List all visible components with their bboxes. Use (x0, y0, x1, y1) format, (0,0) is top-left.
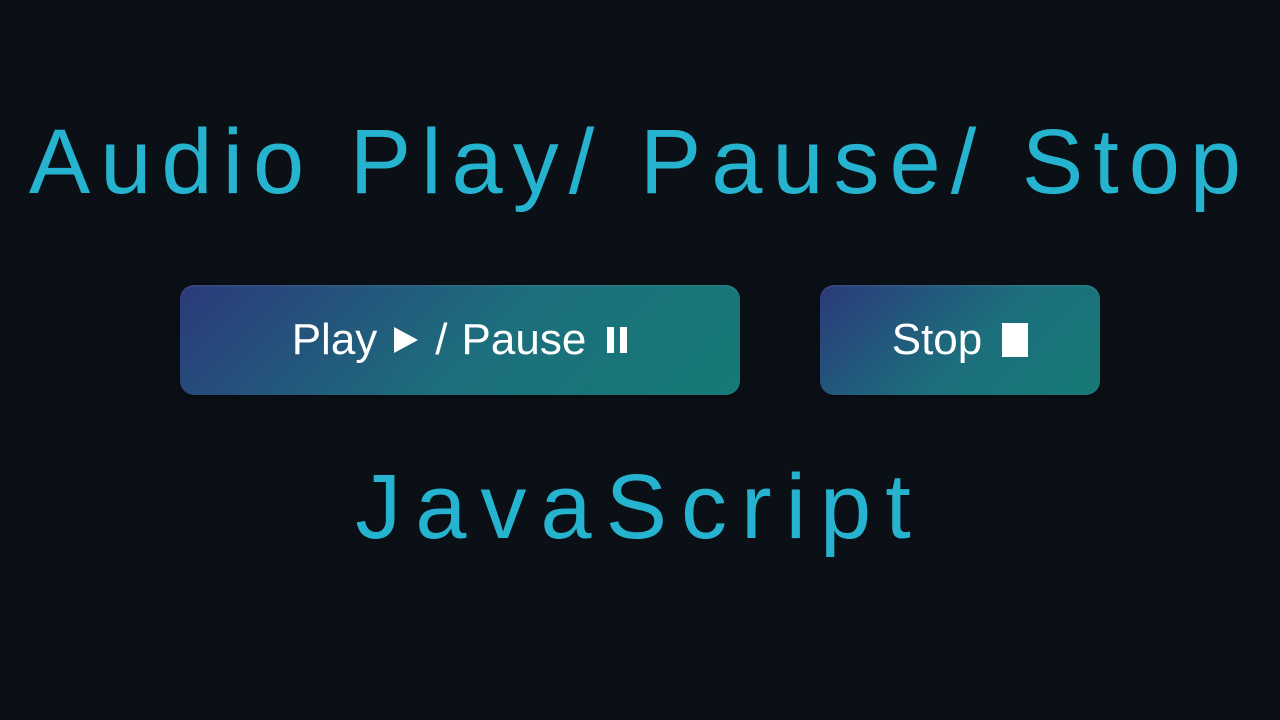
pause-icon (606, 325, 628, 355)
play-label: Play (292, 315, 378, 365)
play-pause-button[interactable]: Play / Pause (180, 285, 740, 395)
page-title: Audio Play/ Pause/ Stop (29, 110, 1251, 215)
play-pause-separator: / (435, 315, 447, 365)
pause-label: Pause (462, 315, 587, 365)
button-row: Play / Pause Stop (180, 285, 1100, 395)
page-subtitle: JavaScript (355, 455, 925, 560)
stop-label: Stop (892, 315, 983, 365)
stop-button[interactable]: Stop (820, 285, 1100, 395)
play-icon (391, 325, 421, 355)
stop-icon (1002, 323, 1028, 357)
